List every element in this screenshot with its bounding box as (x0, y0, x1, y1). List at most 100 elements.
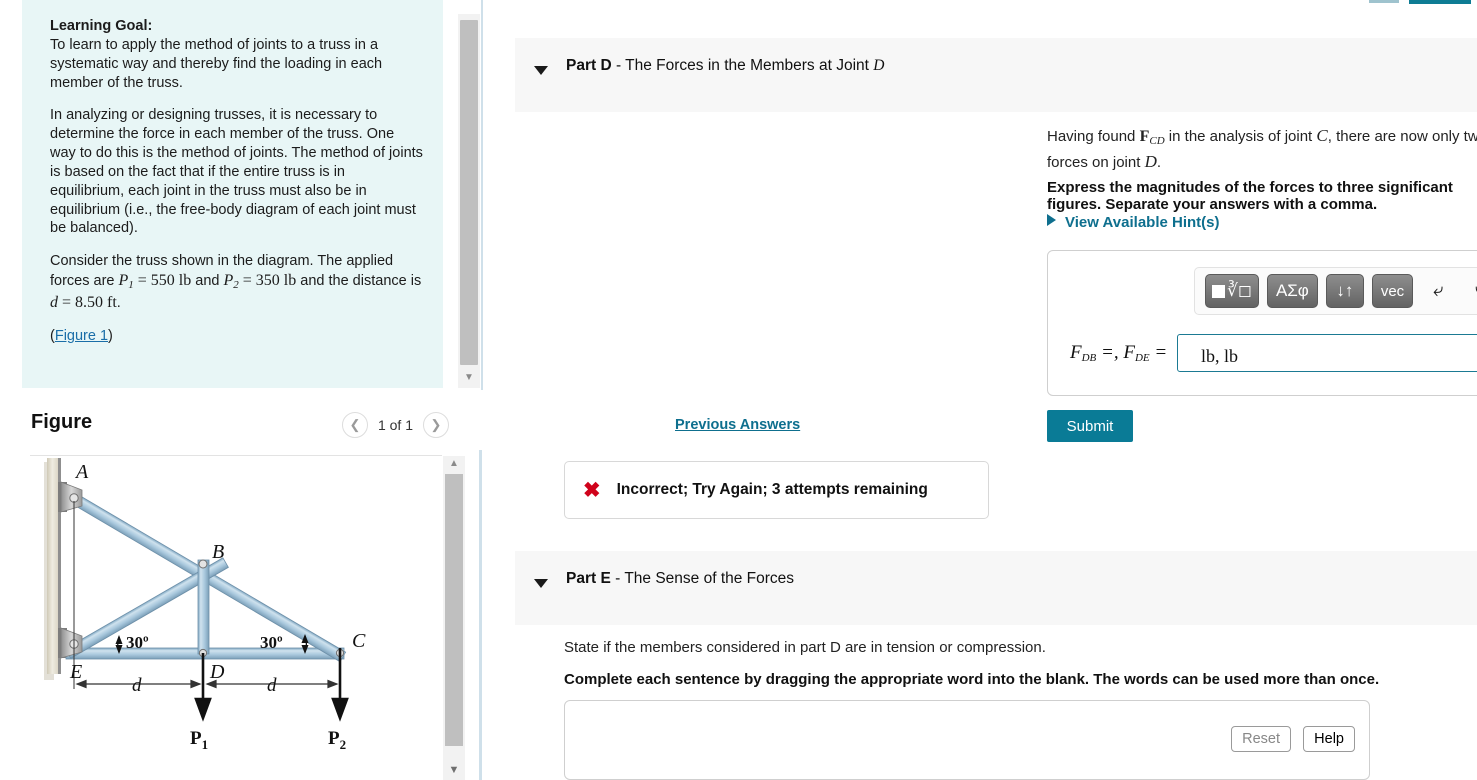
feedback-banner: ✖ Incorrect; Try Again; 3 attempts remai… (564, 461, 989, 519)
figure-link-line: (Figure 1) (50, 327, 423, 346)
part-d-subtitle-var: D (873, 57, 885, 74)
figure-scroll-down-arrow-icon[interactable]: ▼ (443, 762, 465, 778)
figure-pager: ❮ 1 of 1 ❯ (341, 412, 449, 438)
p3-var-P1: P (118, 272, 129, 290)
p3-eq1: = 550 lb (133, 272, 192, 290)
part-e-title: Part E - The Sense of the Forces (566, 570, 794, 588)
figure-1-link[interactable]: Figure 1 (55, 328, 108, 344)
figure-panel-divider (479, 450, 482, 780)
greek-symbols-button[interactable]: ΑΣφ (1266, 274, 1318, 308)
part-d-title: Part D - The Forces in the Members at Jo… (566, 57, 884, 75)
p3-var-P2: P (223, 272, 234, 290)
truss-dim-right: d (267, 675, 277, 696)
sort-arrows-button[interactable]: ↓↑ (1325, 274, 1364, 308)
truss-label-D: D (209, 661, 225, 683)
truss-angle-right: 30º (260, 633, 283, 652)
learning-goal-scrollbar[interactable]: ▼ (458, 0, 480, 388)
template-math-icon[interactable]: ∛◻ (1205, 274, 1259, 308)
part-d-question-text: Having found FCD in the analysis of join… (1047, 124, 1477, 174)
chevron-right-icon: ❯ (430, 417, 442, 432)
q-seg-5: . (1156, 153, 1162, 171)
triangle-right-icon (1047, 214, 1056, 226)
truss-label-A: A (74, 461, 89, 483)
q-seg-1: Having found (1047, 128, 1140, 145)
x-mark-icon: ✖ (583, 478, 601, 502)
figure-title: Figure (31, 411, 93, 433)
submit-button[interactable]: Submit (1047, 410, 1133, 442)
undo-arrow-icon[interactable]: ⤶ (1421, 276, 1455, 306)
redo-arrow-icon[interactable]: ⤷ (1463, 276, 1477, 306)
joint-pin-B (198, 559, 208, 569)
scroll-up-arrow-icon[interactable]: ▲ (443, 456, 465, 472)
reset-button[interactable]: Reset (1231, 726, 1291, 752)
q-var-F-sub: CD (1149, 135, 1165, 148)
q-var-F: F (1139, 128, 1150, 145)
p3-var-d: d (50, 293, 58, 311)
part-d-dash: - (611, 57, 626, 74)
p3-eq2: = 350 lb (238, 272, 297, 290)
caret-down-icon[interactable] (534, 579, 548, 588)
vector-button[interactable]: vec (1371, 274, 1414, 308)
learning-goal-p1: To learn to apply the method of joints t… (50, 36, 383, 91)
truss-diagram: A B C D E 30º 30º d d P1 P2 (44, 458, 366, 752)
p3-post: and the distance is (296, 273, 422, 290)
part-e-header[interactable]: Part E - The Sense of the Forces ✔ (515, 551, 1477, 625)
page-root: Learning Goal: To learn to apply the met… (0, 0, 1477, 780)
learning-goal-title: Learning Goal: (50, 18, 153, 34)
part-e-instruction: Complete each sentence by dragging the a… (564, 671, 1380, 688)
chevron-left-icon: ❮ (349, 417, 361, 432)
answer-eq1: =, (1096, 341, 1124, 363)
answer-F2-sub: DE (1134, 352, 1150, 365)
part-d-hint-link[interactable]: View Available Hint(s) (1047, 214, 1220, 231)
feedback-text: Incorrect; Try Again; 3 attempts remaini… (616, 481, 928, 498)
answer-card: ∛◻ ΑΣφ ↓↑ vec ⤶ ⤷ ↻ ? FDB =, FDE = (1047, 250, 1477, 396)
learning-goal-p2: In analyzing or designing trusses, it is… (50, 107, 423, 237)
part-d-question: Having found FCD in the analysis of join… (1047, 124, 1477, 174)
learning-goal-intro: Learning Goal: To learn to apply the met… (50, 17, 423, 92)
math-toolbar: ∛◻ ΑΣφ ↓↑ vec ⤶ ⤷ ↻ ? (1194, 267, 1477, 315)
truss-angle-left: 30º (126, 633, 149, 652)
hint-link-label: View Available Hint(s) (1065, 214, 1220, 231)
p3-end: . (116, 294, 121, 311)
answer-eq2: = (1149, 341, 1168, 363)
learning-goal-box: Learning Goal: To learn to apply the met… (22, 0, 443, 388)
part-e-subtitle: The Sense of the Forces (624, 570, 795, 587)
help-button[interactable]: Help (1303, 726, 1355, 752)
left-panel: Learning Goal: To learn to apply the met… (0, 0, 483, 780)
figure-scrollbar-thumb[interactable] (445, 474, 463, 746)
answer-units: lb, lb (1201, 346, 1239, 366)
scroll-down-arrow-icon[interactable]: ▼ (458, 370, 480, 386)
truss-force-P1: P1 (190, 728, 208, 752)
drag-drop-area[interactable]: Reset Help (564, 700, 1370, 780)
paren-close: ) (108, 328, 113, 345)
truss-label-E: E (69, 661, 82, 683)
caret-down-icon[interactable] (534, 66, 548, 75)
truss-label-C: C (352, 630, 366, 652)
part-e-dash: - (610, 570, 625, 587)
scrollbar-thumb[interactable] (460, 20, 478, 365)
part-e-question: State if the members considered in part … (564, 639, 1046, 656)
q-seg-3: , there are now only two unknown forces … (1327, 128, 1477, 145)
previous-answers-link[interactable]: Previous Answers (675, 417, 800, 433)
figure-next-button[interactable]: ❯ (423, 412, 449, 438)
truss-member-BD (197, 559, 210, 655)
right-panel: Part D - The Forces in the Members at Jo… (483, 0, 1477, 780)
figure-scrollbar[interactable]: ▲ ▼ (443, 456, 465, 780)
answer-F2: F (1123, 341, 1135, 363)
figure-prev-button[interactable]: ❮ (341, 412, 368, 438)
part-e-label: Part E (566, 570, 611, 587)
answer-F1-sub: DB (1081, 352, 1097, 365)
answer-F1: F (1070, 341, 1082, 363)
learning-goal-p3: Consider the truss shown in the diagram.… (50, 252, 423, 313)
figure-body: A B C D E 30º 30º d d P1 P2 (22, 456, 443, 780)
truss-dim-left: d (132, 675, 142, 696)
part-d-header[interactable]: Part D - The Forces in the Members at Jo… (515, 38, 1477, 112)
truss-force-P2: P2 (328, 728, 346, 752)
q-var-C: C (1316, 126, 1328, 145)
cut-off-segment-1 (1369, 0, 1399, 3)
answer-label: FDB =, FDE = (1070, 342, 1167, 364)
filled-square-icon (1212, 284, 1225, 298)
p3-eq3: = 8.50 ft (58, 293, 117, 311)
part-d-label: Part D (566, 57, 612, 74)
part-d-instruction: Express the magnitudes of the forces to … (1047, 179, 1453, 213)
